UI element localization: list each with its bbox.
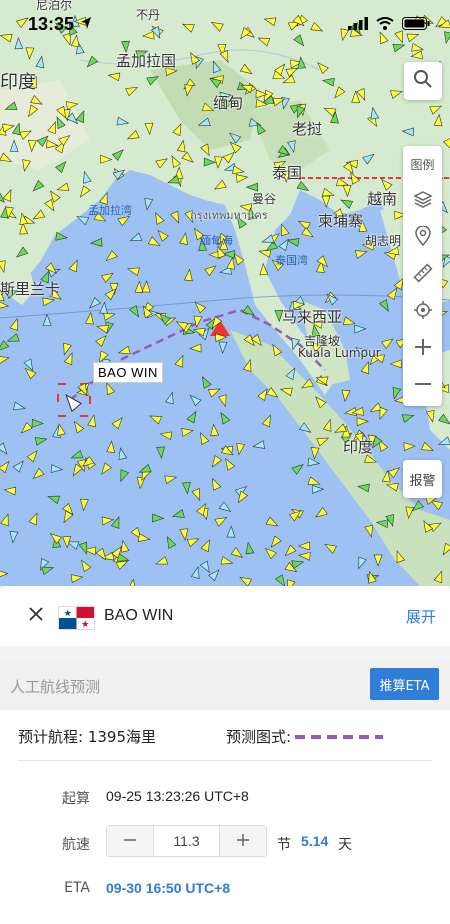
divider [18, 760, 432, 761]
ruler-button[interactable] [403, 257, 442, 294]
close-icon [25, 607, 47, 629]
map-label-vietnam: 越南 [367, 190, 398, 208]
map-label-sri-lanka: 斯里兰卡 [0, 280, 61, 298]
zoom-in-button[interactable] [403, 331, 442, 368]
wifi-icon [376, 17, 394, 35]
ship-name: BAO WIN [104, 607, 174, 624]
increase-speed-button[interactable] [220, 826, 266, 856]
section-title: 人工航线预测 [10, 678, 101, 696]
minus-icon [414, 375, 432, 398]
selected-ship-label[interactable]: BAO WIN [93, 362, 163, 383]
start-label: 起算 [62, 791, 90, 807]
calculate-eta-button[interactable]: 推算ETA [370, 668, 439, 700]
days-unit: 天 [338, 837, 352, 853]
dashed-line-legend-icon [295, 734, 384, 739]
map-label-india: 印度 [0, 72, 36, 93]
layers-icon [412, 190, 433, 213]
map-pin-icon [414, 225, 431, 251]
map-label-indonesia: 印度 [343, 438, 374, 456]
locate-button[interactable] [403, 294, 442, 331]
route-forecast-section: 人工航线预测 推算ETA [0, 660, 450, 710]
map-label-hcm: 胡志明 [365, 234, 402, 248]
location-arrow-icon [80, 16, 92, 35]
plus-icon [414, 338, 432, 361]
decrease-speed-button[interactable] [107, 826, 153, 856]
map-label-myanmar: 缅甸 [213, 94, 244, 112]
map-label-cambodia: 柬埔寨 [318, 212, 364, 230]
battery-icon [402, 17, 430, 35]
legend-button[interactable]: 图例 [403, 146, 442, 183]
forecast-details: 预计航程: 1395海里 预测图式: 起算 09-25 13:23:26 UTC… [0, 710, 450, 924]
speed-label: 航速 [62, 837, 90, 853]
ship-map[interactable]: 尼泊尔 不丹 印度 孟加拉国 缅甸 老挝 泰国 曼谷 กรุงเทพมหานคร… [0, 0, 450, 586]
forecast-style-label: 预测图式: [226, 728, 292, 746]
eta-value: 09-30 16:50 UTC+8 [106, 880, 231, 896]
ship-info-header: BAO WIN 展开 [0, 586, 450, 646]
map-label-gulf-thailand: 泰国湾 [275, 254, 308, 267]
ruler-icon [412, 263, 433, 288]
layers-button[interactable] [403, 183, 442, 220]
map-label-bangladesh: 孟加拉国 [116, 52, 177, 70]
alarm-button[interactable]: 报警 [403, 460, 442, 498]
map-label-bangkok: 曼谷 [252, 192, 277, 206]
expand-link[interactable]: 展开 [406, 606, 436, 627]
forecast-style: 预测图式: [226, 726, 384, 747]
estimated-distance: 预计航程: 1395海里 [18, 728, 156, 746]
map-label-laos: 老挝 [292, 120, 323, 138]
days-value: 5.14 [301, 833, 329, 849]
speed-stepper: 11.3 [106, 825, 267, 857]
status-bar: 13:35 [0, 0, 450, 46]
map-label-bay-of-bengal: 孟加拉湾 [88, 204, 132, 217]
location-pin-button[interactable] [403, 220, 442, 257]
minus-icon [123, 830, 137, 853]
crosshair-icon [413, 300, 433, 325]
signal-icon [348, 17, 368, 35]
speed-unit: 节 [277, 837, 291, 853]
panama-flag-icon [58, 606, 95, 630]
zoom-out-button[interactable] [403, 368, 442, 405]
map-label-bangkok-thai: กรุงเทพมหานคร [190, 209, 268, 222]
map-label-malaysia: 马来西亚 [282, 308, 343, 326]
map-search-button[interactable] [404, 62, 442, 100]
map-toolbar: 图例 [403, 146, 442, 406]
speed-input[interactable]: 11.3 [153, 826, 220, 856]
eta-label: ETA [64, 880, 90, 896]
start-value: 09-25 13:23:26 UTC+8 [106, 788, 249, 804]
search-icon [413, 69, 433, 94]
close-button[interactable] [25, 603, 47, 625]
map-label-kuala-lumpur-en: Kuala Lumpur [298, 346, 381, 360]
map-base [0, 0, 450, 586]
status-time: 13:35 [28, 14, 75, 34]
map-label-andaman-sea: 缅甸海 [200, 234, 233, 247]
map-label-thailand: 泰国 [272, 164, 303, 182]
plus-icon [236, 830, 250, 853]
